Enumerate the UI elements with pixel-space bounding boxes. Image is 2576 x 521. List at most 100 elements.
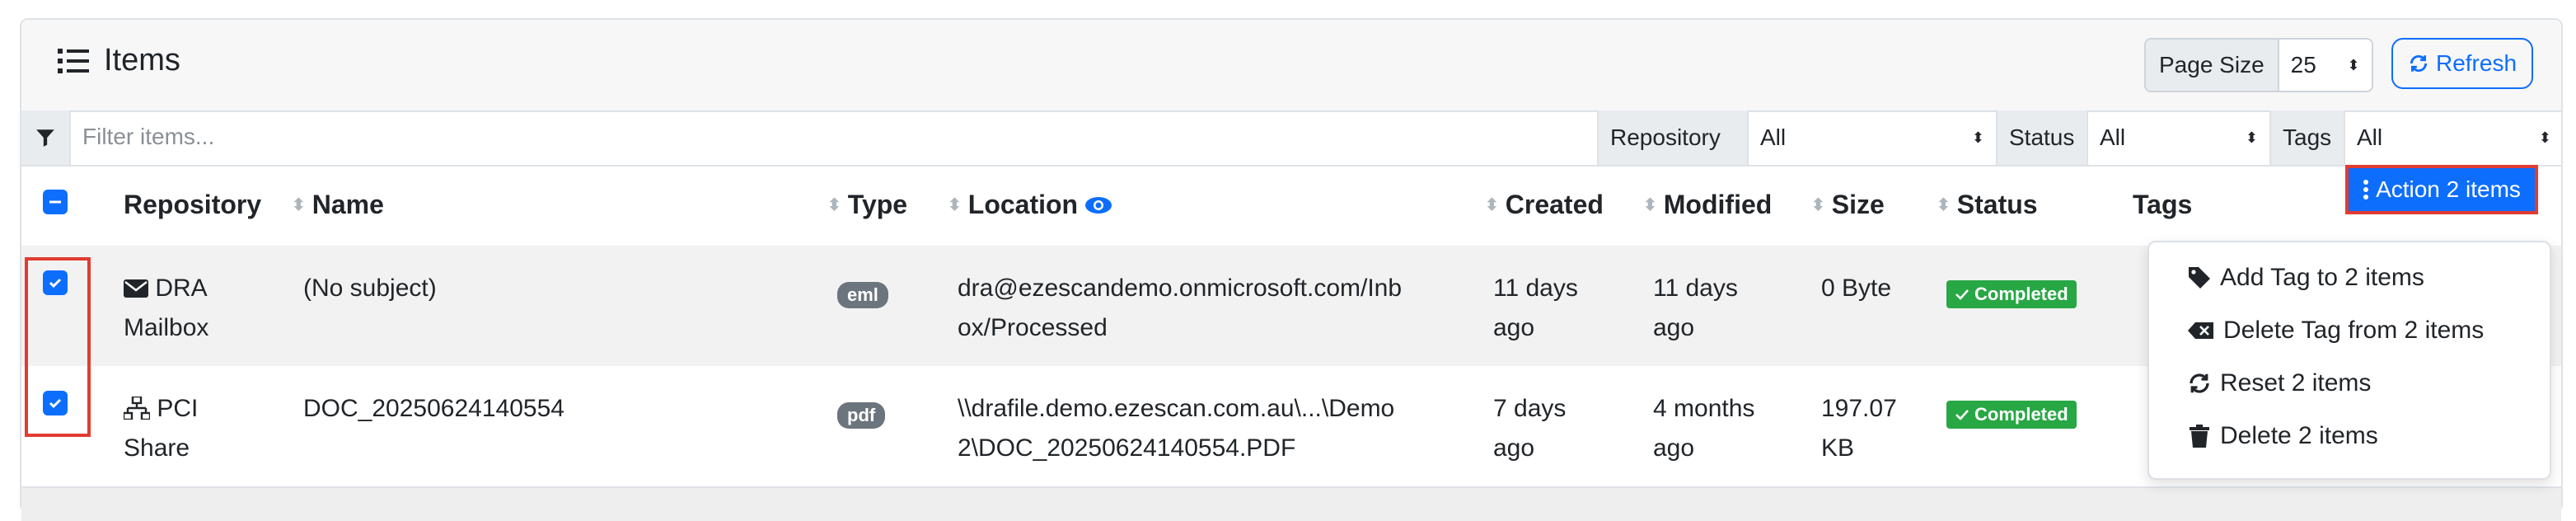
filter-bar: Filter items... Repository All ⬍ Status … — [21, 110, 2561, 167]
repo-line1: DRA — [155, 275, 208, 302]
action-button[interactable]: Action 2 items — [2345, 165, 2538, 214]
tags-filter-value: All — [2357, 124, 2383, 150]
cell-status: Completed — [1946, 274, 2077, 313]
size-line1: 197.07 — [1821, 395, 1897, 422]
cell-name[interactable]: DOC_20250624140554 — [303, 389, 564, 429]
repository-filter-value: All — [1760, 124, 1787, 150]
refresh-icon — [2410, 54, 2428, 73]
repo-line2: Mailbox — [124, 314, 209, 341]
refresh-button[interactable]: Refresh — [2391, 38, 2533, 89]
col-size[interactable]: ⬍ Size — [1811, 190, 1885, 220]
eye-icon[interactable] — [1084, 195, 1112, 215]
list-icon — [58, 48, 89, 73]
menu-item-delete[interactable]: Delete 2 items — [2187, 422, 2378, 450]
modified-line2: ago — [1653, 434, 1695, 462]
col-created[interactable]: ⬍ Created — [1485, 190, 1604, 220]
location-line1: dra@ezescandemo.onmicrosoft.com/Inb — [958, 275, 1403, 302]
cell-name[interactable]: (No subject) — [303, 269, 437, 308]
menu-item-delete-label: Delete 2 items — [2220, 422, 2378, 449]
created-line2: ago — [1493, 434, 1535, 462]
status-badge: Completed — [1946, 280, 2077, 308]
page-size-value: 25 — [2290, 52, 2316, 77]
status-filter-value: All — [2100, 124, 2126, 150]
tags-filter-label: Tags — [2269, 110, 2345, 165]
col-repository-label: Repository — [124, 190, 262, 219]
sort-icon: ⬍ — [1643, 195, 1657, 214]
action-dropdown-menu: Add Tag to 2 items Delete Tag from 2 ite… — [2147, 241, 2551, 480]
sort-icon: ⬍ — [292, 195, 306, 214]
cell-status: Completed — [1946, 394, 2077, 434]
cell-location: \\drafile.demo.ezescan.com.au\...\Demo 2… — [958, 389, 1394, 468]
updown-icon: ⬍ — [2245, 129, 2258, 146]
col-type[interactable]: ⬍ Type — [827, 190, 907, 220]
status-badge: Completed — [1946, 401, 2077, 429]
created-line2: ago — [1493, 314, 1535, 341]
cell-location: dra@ezescandemo.onmicrosoft.com/Inb ox/P… — [958, 269, 1402, 348]
vertical-dots-icon — [2363, 180, 2369, 199]
col-created-label: Created — [1505, 190, 1604, 219]
page-size-label: Page Size — [2146, 40, 2279, 91]
modified-line1: 11 days — [1653, 275, 1738, 302]
col-location[interactable]: ⬍ Location — [948, 190, 1112, 220]
size-line1: 0 Byte — [1821, 275, 1892, 302]
repo-line2: Share — [124, 434, 190, 462]
table-header: Repository ⬍ Name ⬍ Type ⬍ Location ⬍ Cr… — [21, 165, 2561, 248]
page-size-select[interactable]: 25 ⬍ — [2279, 40, 2372, 91]
action-button-label: Action 2 items — [2376, 176, 2521, 202]
filter-icon-box — [21, 110, 71, 165]
type-badge: pdf — [837, 402, 886, 429]
table-footer-strip — [21, 488, 2561, 521]
created-line1: 7 days — [1493, 395, 1567, 422]
sort-icon: ⬍ — [1937, 195, 1951, 214]
cell-size: 0 Byte — [1821, 269, 1891, 308]
status-text: Completed — [1974, 404, 2068, 425]
select-all-checkbox[interactable] — [43, 190, 68, 214]
selection-highlight — [25, 257, 91, 437]
check-icon — [1955, 289, 1969, 300]
col-tags: Tags — [2133, 190, 2192, 220]
col-status-label: Status — [1956, 190, 2038, 219]
tag-icon — [2189, 267, 2210, 289]
col-repository[interactable]: Repository — [124, 190, 261, 220]
cell-type: eml — [837, 274, 888, 313]
cell-repository: DRA Mailbox — [124, 269, 208, 348]
trash-icon — [2190, 425, 2209, 448]
cell-modified: 11 days ago — [1653, 269, 1738, 348]
minus-icon — [49, 200, 61, 204]
col-modified[interactable]: ⬍ Modified — [1643, 190, 1772, 220]
menu-item-add-tag[interactable]: Add Tag to 2 items — [2187, 264, 2424, 292]
col-status[interactable]: ⬍ Status — [1937, 190, 2038, 220]
page-size-group: Page Size 25 ⬍ — [2144, 38, 2373, 92]
status-filter-select[interactable]: All ⬍ — [2088, 110, 2269, 165]
cell-created: 7 days ago — [1493, 389, 1566, 468]
col-type-label: Type — [847, 190, 908, 219]
refresh-icon — [2190, 373, 2209, 393]
cell-modified: 4 months ago — [1653, 389, 1754, 468]
location-line1: \\drafile.demo.ezescan.com.au\...\Demo — [958, 395, 1395, 422]
type-badge: eml — [837, 282, 888, 308]
sort-icon: ⬍ — [1485, 195, 1499, 214]
col-name[interactable]: ⬍ Name — [292, 190, 384, 220]
menu-item-add-tag-label: Add Tag to 2 items — [2220, 264, 2424, 291]
refresh-label: Refresh — [2435, 50, 2517, 76]
modified-line2: ago — [1653, 314, 1695, 341]
size-line2: KB — [1821, 434, 1855, 462]
sort-icon: ⬍ — [948, 195, 962, 214]
updown-icon: ⬍ — [2538, 129, 2551, 146]
menu-item-reset-label: Reset 2 items — [2220, 369, 2372, 397]
created-line1: 11 days — [1493, 275, 1578, 302]
title-text: Items — [104, 43, 180, 77]
tags-filter-select[interactable]: All ⬍ — [2345, 110, 2563, 165]
menu-item-delete-tag[interactable]: Delete Tag from 2 items — [2187, 317, 2484, 345]
backspace-icon — [2188, 322, 2213, 339]
modified-line1: 4 months — [1653, 395, 1755, 422]
repository-filter-select[interactable]: All ⬍ — [1749, 110, 1996, 165]
filter-input[interactable]: Filter items... — [82, 124, 214, 150]
menu-item-reset[interactable]: Reset 2 items — [2187, 369, 2371, 397]
col-tags-label: Tags — [2133, 190, 2193, 219]
sort-icon: ⬍ — [827, 195, 841, 214]
envelope-icon — [124, 279, 148, 298]
col-location-label: Location — [967, 190, 1079, 219]
cell-size: 197.07 KB — [1821, 389, 1897, 468]
network-icon — [122, 395, 152, 421]
